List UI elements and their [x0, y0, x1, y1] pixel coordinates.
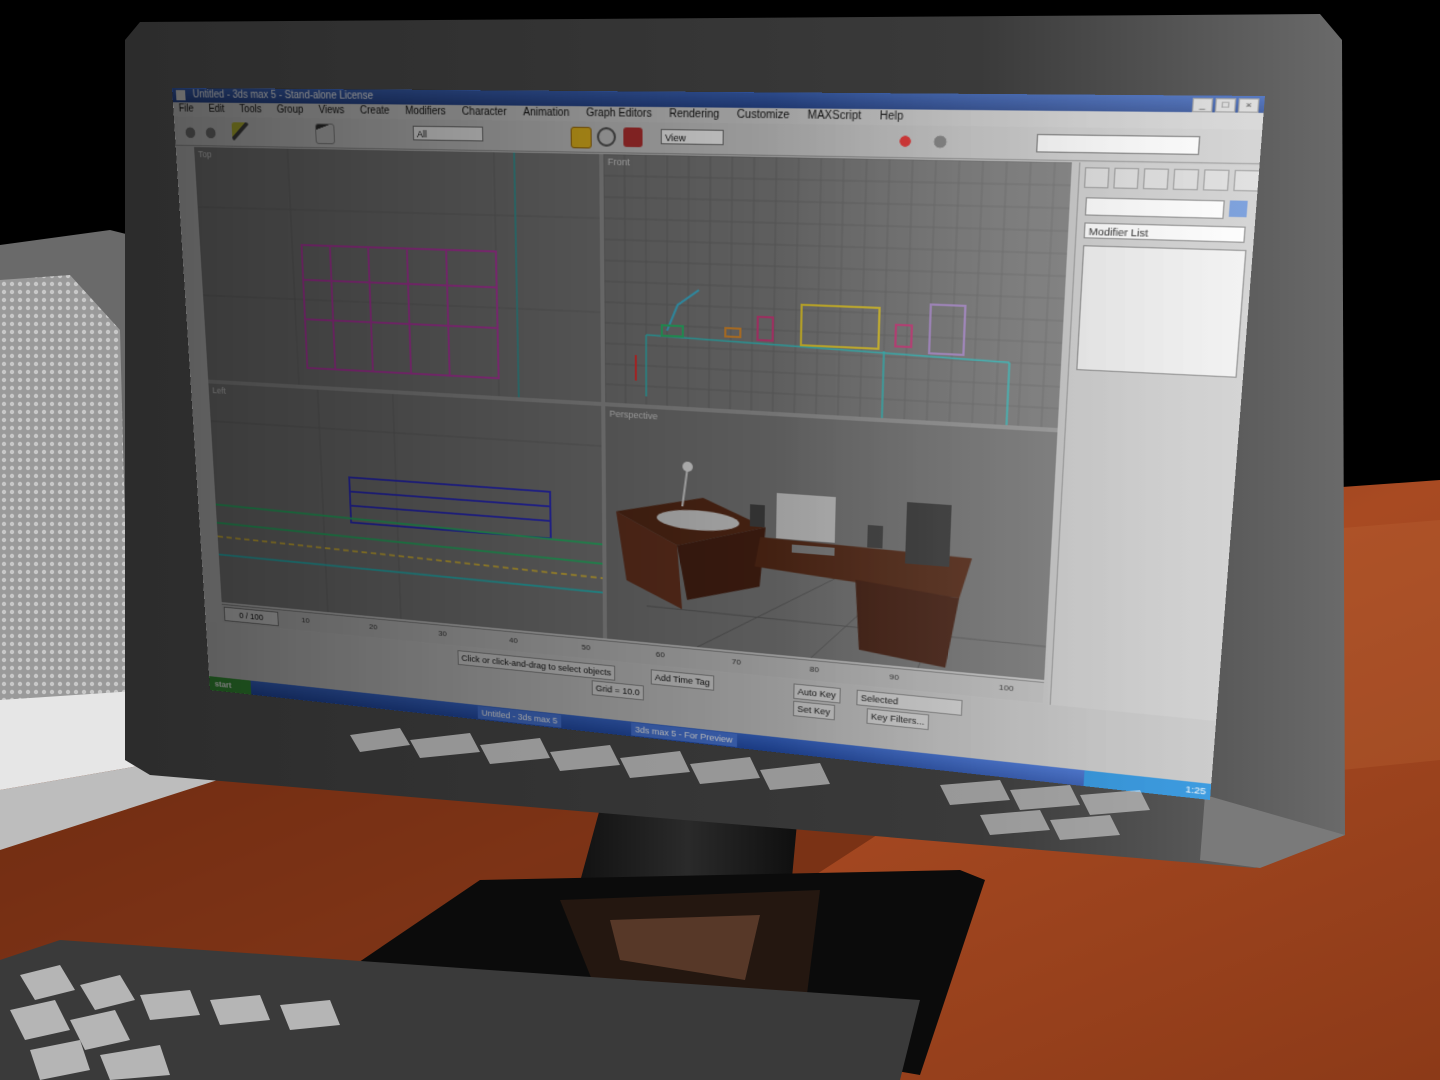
viewport-label: Left [212, 385, 227, 396]
menu-views[interactable]: Views [318, 104, 344, 119]
modify-tab-icon[interactable] [1113, 167, 1140, 190]
scale-icon[interactable] [623, 127, 643, 148]
timeline-tick: 10 [301, 615, 310, 625]
menu-graph-editors[interactable]: Graph Editors [586, 106, 652, 122]
viewport-left-wireframe [208, 383, 603, 638]
viewport-perspective[interactable]: Perspective [605, 406, 1058, 681]
rotate-icon[interactable] [596, 127, 616, 147]
grid-readout: Grid = 10.0 [591, 680, 644, 701]
menu-edit[interactable]: Edit [208, 103, 225, 117]
menu-help[interactable]: Help [879, 109, 904, 125]
viewport-left[interactable]: Left [208, 383, 604, 639]
menu-customize[interactable]: Customize [737, 108, 790, 124]
timeline-tick: 20 [368, 622, 378, 632]
app-icon [175, 90, 186, 101]
move-icon[interactable] [570, 126, 592, 149]
timeline-tick: 60 [655, 649, 665, 660]
modifier-stack[interactable] [1076, 245, 1247, 378]
motion-tab-icon[interactable] [1172, 168, 1200, 191]
window-controls: _ □ × [1191, 97, 1260, 113]
viewport-perspective-render [605, 406, 1058, 681]
monitor-screen: Untitled - 3ds max 5 - Stand-alone Licen… [172, 88, 1265, 800]
redo-icon[interactable] [201, 121, 220, 141]
timeline-tick: 30 [438, 629, 447, 639]
menu-group[interactable]: Group [276, 103, 303, 118]
maximize-button[interactable]: □ [1214, 98, 1237, 113]
rendered-desk-scene: Untitled - 3ds max 5 - Stand-alone Licen… [0, 0, 1440, 1080]
add-time-tag-button[interactable]: Add Time Tag [650, 669, 715, 691]
viewport-front[interactable]: Front [603, 154, 1072, 429]
utilities-tab-icon[interactable] [1233, 169, 1261, 192]
minimize-button[interactable]: _ [1191, 97, 1214, 113]
command-panel-tabs [1083, 167, 1261, 192]
undo-icon[interactable] [181, 121, 200, 141]
timeline-tick: 80 [809, 664, 820, 675]
timeline-tick: 70 [731, 657, 741, 667]
menu-rendering[interactable]: Rendering [669, 107, 719, 123]
timeline-tick: 100 [998, 682, 1014, 694]
viewport-label: Top [197, 149, 212, 160]
viewport-top-wireframe [194, 147, 601, 402]
render-icon[interactable] [894, 130, 917, 152]
menu-tools[interactable]: Tools [239, 103, 262, 118]
hierarchy-tab-icon[interactable] [1142, 168, 1170, 190]
object-color-swatch[interactable] [1228, 200, 1248, 218]
window-title: Untitled - 3ds max 5 - Stand-alone Licen… [192, 89, 374, 103]
close-button[interactable]: × [1237, 98, 1260, 113]
object-name-field[interactable] [1084, 197, 1225, 220]
viewport-label: Front [607, 156, 630, 168]
timeline-tick: 40 [509, 635, 518, 645]
modifier-list-dropdown[interactable]: Modifier List [1083, 222, 1246, 243]
menu-create[interactable]: Create [360, 104, 390, 119]
viewport-area: Top Front Left Perspective [194, 147, 1072, 681]
selection-filter-dropdown[interactable]: All [412, 125, 484, 142]
reference-coordinate-dropdown[interactable]: View [660, 128, 724, 146]
create-tab-icon[interactable] [1083, 167, 1110, 189]
viewport-top[interactable]: Top [194, 147, 602, 402]
display-tab-icon[interactable] [1202, 169, 1230, 191]
menu-maxscript[interactable]: MAXScript [807, 108, 861, 124]
menu-file[interactable]: File [178, 102, 194, 116]
viewport-front-wireframe [603, 154, 1072, 428]
time-slider[interactable]: 0 / 100 [223, 606, 279, 627]
menu-modifiers[interactable]: Modifiers [405, 105, 446, 120]
named-selection-field[interactable] [1036, 133, 1201, 156]
teapot-icon[interactable] [929, 131, 952, 153]
timeline-tick: 90 [889, 672, 900, 683]
timeline-tick: 50 [581, 642, 591, 653]
select-icon[interactable] [314, 123, 336, 145]
link-icon[interactable] [231, 122, 250, 141]
menu-animation[interactable]: Animation [523, 106, 569, 122]
menu-character[interactable]: Character [462, 105, 507, 120]
set-key-button[interactable]: Set Key [792, 700, 835, 721]
